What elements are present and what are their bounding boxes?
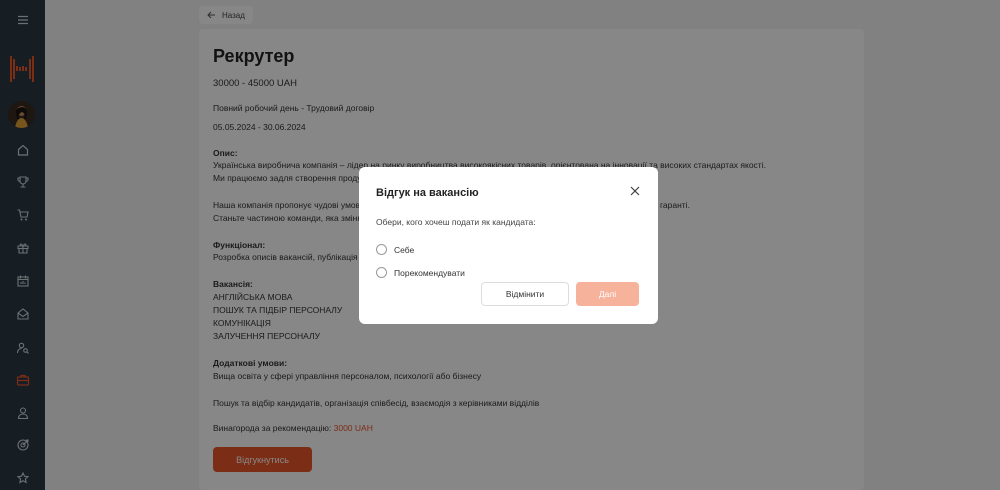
apply-modal: Відгук на вакансію Обери, кого хочеш под… — [359, 167, 658, 324]
close-icon[interactable] — [627, 183, 643, 199]
modal-title: Відгук на вакансію — [376, 187, 479, 199]
option-label: Себе — [394, 244, 415, 255]
radio-button[interactable] — [376, 267, 387, 278]
radio-button[interactable] — [376, 244, 387, 255]
option-recommend[interactable]: Порекомендувати — [376, 267, 465, 278]
next-button[interactable]: Далі — [576, 282, 639, 306]
cancel-button[interactable]: Відмінити — [481, 282, 569, 306]
option-self[interactable]: Себе — [376, 244, 414, 255]
option-label: Порекомендувати — [394, 267, 465, 278]
modal-subtitle: Обери, кого хочеш подати як кандидата: — [376, 217, 536, 227]
